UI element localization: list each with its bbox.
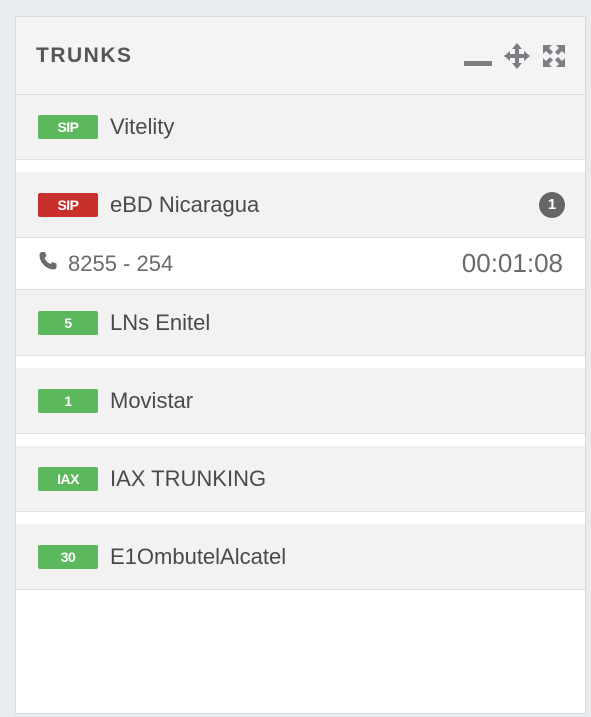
trunk-row-ebd-nicaragua[interactable]: SIP eBD Nicaragua 1 [16,172,585,238]
trunk-row-vitelity[interactable]: SIP Vitelity [16,95,585,160]
trunk-type-badge: IAX [38,466,98,491]
trunk-name: eBD Nicaragua [110,191,260,217]
trunk-type-badge: SIP [38,115,98,139]
trunk-type-badge: 1 [38,388,98,413]
trunk-row-iax-trunking[interactable]: IAX IAX TRUNKING [16,446,585,512]
trunk-type-badge: 5 [38,310,98,335]
trunk-name: Movistar [110,387,194,413]
trunk-row-e1ombutelalcatel[interactable]: 30 E1OmbutelAlcatel [16,524,585,590]
call-duration: 00:01:08 [461,248,563,278]
trunk-type-badge: 30 [38,544,98,569]
panel-title: TRUNKS [36,43,133,67]
call-number: 8255 - 254 [68,250,174,276]
active-call-row: 8255 - 254 00:01:08 [16,238,585,290]
trunk-name: Vitelity [110,114,175,139]
active-calls-badge: 1 [539,191,565,218]
phone-icon [38,251,58,276]
trunks-panel: TRUNKS SIP Vitelity SIP eBD Nicaragua 1 … [15,16,586,714]
panel-tools [463,42,567,69]
move-icon[interactable] [504,42,530,69]
trunk-row-movistar[interactable]: 1 Movistar [16,368,585,434]
trunk-name: E1OmbutelAlcatel [110,543,287,569]
trunk-name: IAX TRUNKING [110,465,267,491]
trunk-type-badge: SIP [38,192,98,217]
minimize-icon[interactable] [463,44,493,68]
expand-icon[interactable] [541,43,567,69]
panel-header: TRUNKS [16,17,585,95]
trunk-name: LNs Enitel [110,309,211,335]
trunk-row-lns-enitel[interactable]: 5 LNs Enitel [16,290,585,356]
